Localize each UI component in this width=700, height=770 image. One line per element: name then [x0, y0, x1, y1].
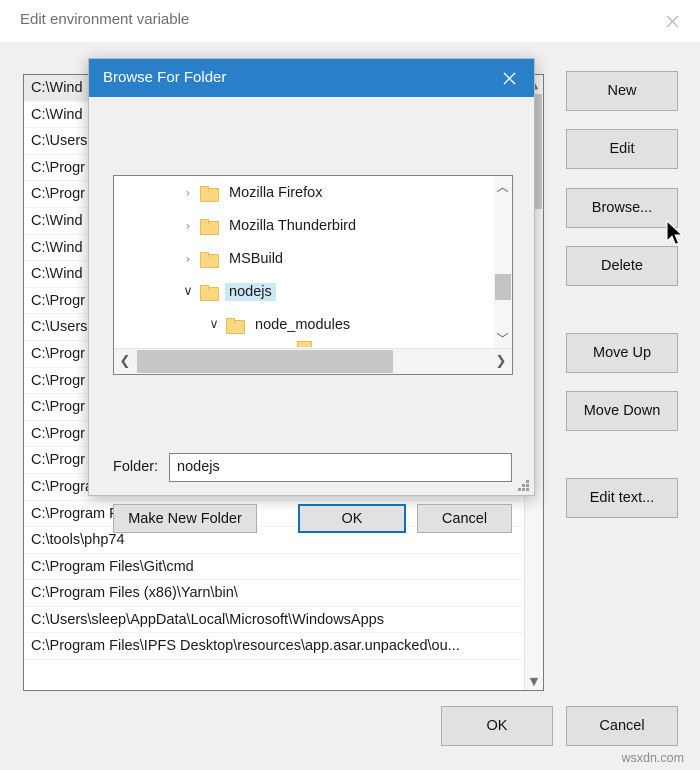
- tree-node[interactable]: › Mozilla Firefox: [114, 176, 494, 209]
- tree-node-label: Mozilla Firefox: [229, 184, 323, 201]
- window-titlebar: Edit environment variable: [0, 0, 700, 42]
- list-item[interactable]: C:\Program Files\Git\cmd: [24, 554, 524, 581]
- folder-field-label: Folder:: [113, 459, 159, 475]
- chevron-left-icon[interactable]: ❮: [114, 349, 136, 374]
- close-icon[interactable]: [494, 65, 524, 91]
- folder-icon: [200, 251, 219, 268]
- make-new-folder-button[interactable]: Make New Folder: [113, 504, 257, 533]
- folder-tree[interactable]: › Mozilla Firefox › Mozilla Thunderbird › MSB…: [113, 175, 513, 375]
- folder-icon: [200, 284, 219, 301]
- dialog-cancel-button[interactable]: Cancel: [417, 504, 512, 533]
- screen: Edit environment variable C:\Wind C:\Wind…: [0, 0, 700, 770]
- chevron-down-icon[interactable]: ∨: [202, 317, 226, 332]
- browse-button[interactable]: Browse...: [566, 188, 678, 228]
- resize-grip-icon[interactable]: [518, 480, 529, 491]
- tree-node-label: Mozilla Thunderbird: [229, 217, 357, 234]
- tree-node[interactable]: › MSBuild: [114, 242, 494, 275]
- close-glyph: [503, 72, 515, 84]
- close-glyph: [666, 15, 678, 27]
- edit-button[interactable]: Edit: [566, 129, 678, 169]
- chevron-right-icon[interactable]: ›: [176, 219, 200, 233]
- move-up-button[interactable]: Move Up: [566, 333, 678, 373]
- list-item[interactable]: C:\Users\sleep\AppData\Local\Microsoft\W…: [24, 607, 524, 634]
- tree-node-label: nodejs: [225, 282, 276, 301]
- page-title: Edit environment variable: [20, 11, 190, 28]
- folder-icon: [297, 341, 312, 347]
- folder-tree-rows: › Mozilla Firefox › Mozilla Thunderbird › MSB…: [114, 176, 494, 348]
- ok-button[interactable]: OK: [441, 706, 553, 746]
- delete-button[interactable]: Delete: [566, 246, 678, 286]
- watermark: wsxdn.com: [621, 751, 684, 765]
- tree-node-label: MSBuild: [229, 250, 283, 267]
- list-item[interactable]: C:\Program Files (x86)\Yarn\bin\: [24, 580, 524, 607]
- cancel-button[interactable]: Cancel: [566, 706, 678, 746]
- browse-for-folder-dialog: Browse For Folder › Mozilla Firefox › Mozil…: [88, 58, 535, 533]
- tree-node[interactable]: › Mozilla Thunderbird: [114, 209, 494, 242]
- chevron-down-icon[interactable]: ∨: [176, 284, 200, 299]
- close-icon[interactable]: [656, 8, 688, 34]
- dialog-ok-button[interactable]: OK: [298, 504, 406, 533]
- chevron-right-icon[interactable]: ›: [176, 252, 200, 266]
- tree-node[interactable]: ∨ nodejs: [114, 275, 494, 308]
- folder-icon: [200, 218, 219, 235]
- chevron-down-icon[interactable]: ﹀: [494, 328, 511, 348]
- scrollbar-thumb[interactable]: [495, 274, 511, 300]
- chevron-right-icon[interactable]: ›: [176, 186, 200, 200]
- scrollbar-thumb[interactable]: [137, 350, 393, 373]
- tree-node[interactable]: ∨ node_modules: [114, 308, 494, 341]
- dialog-title: Browse For Folder: [103, 69, 227, 86]
- dialog-titlebar: Browse For Folder: [89, 59, 534, 97]
- chevron-right-icon[interactable]: ❯: [490, 349, 512, 374]
- tree-node-label: node_modules: [255, 316, 351, 333]
- move-down-button[interactable]: Move Down: [566, 391, 678, 431]
- folder-icon: [200, 185, 219, 202]
- folder-input[interactable]: nodejs: [169, 453, 512, 482]
- new-button[interactable]: New: [566, 71, 678, 111]
- folder-icon: [226, 317, 245, 334]
- chevron-up-icon[interactable]: ︿: [494, 176, 511, 196]
- chevron-down-icon[interactable]: ▼: [525, 672, 543, 690]
- tree-horizontal-scrollbar[interactable]: ❮ ❯: [114, 348, 512, 374]
- edit-text-button[interactable]: Edit text...: [566, 478, 678, 518]
- list-item[interactable]: C:\Program Files\IPFS Desktop\resources\…: [24, 633, 524, 661]
- tree-vertical-scrollbar[interactable]: ︿ ﹀: [494, 176, 512, 348]
